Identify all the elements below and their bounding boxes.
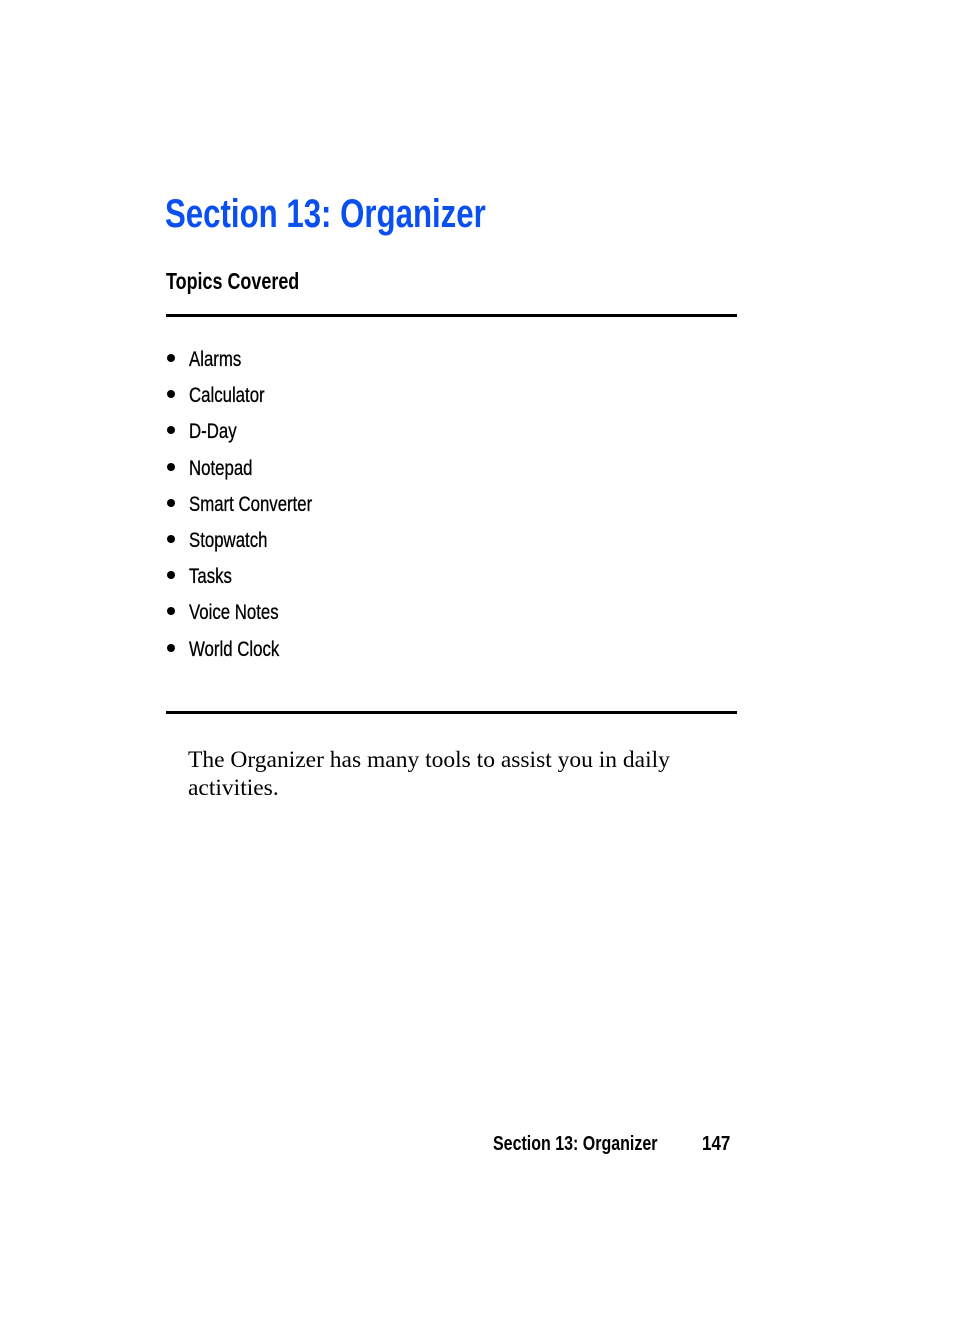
bullet-icon — [167, 390, 175, 399]
topic-label: Smart Converter — [189, 492, 313, 516]
topic-label: Alarms — [189, 348, 242, 371]
topic-label: D-Day — [189, 420, 237, 444]
bullet-icon — [167, 643, 175, 652]
topic-label: Voice Notes — [189, 601, 279, 625]
bullet-icon — [167, 571, 175, 580]
body-paragraph: The Organizer has many tools to assist y… — [188, 747, 670, 801]
bullet-icon — [167, 607, 175, 616]
bullet-icon — [167, 534, 175, 543]
bullet-icon — [167, 426, 175, 435]
footer-section-title: Section 13: Organizer — [493, 1133, 658, 1155]
topic-label: Notepad — [189, 456, 253, 480]
footer-page-number: 147 — [702, 1133, 731, 1155]
bullet-icon — [167, 498, 175, 507]
top-divider — [166, 314, 737, 317]
topic-label: Calculator — [189, 384, 265, 408]
topic-label: Tasks — [189, 565, 232, 589]
topic-label: World Clock — [189, 637, 280, 661]
bullet-icon — [167, 462, 175, 471]
page-title: Section 13: Organizer — [165, 192, 486, 236]
bullet-icon — [167, 354, 175, 362]
bottom-divider — [166, 711, 737, 714]
topics-heading: Topics Covered — [166, 268, 300, 294]
topic-label: Stopwatch — [189, 528, 268, 552]
